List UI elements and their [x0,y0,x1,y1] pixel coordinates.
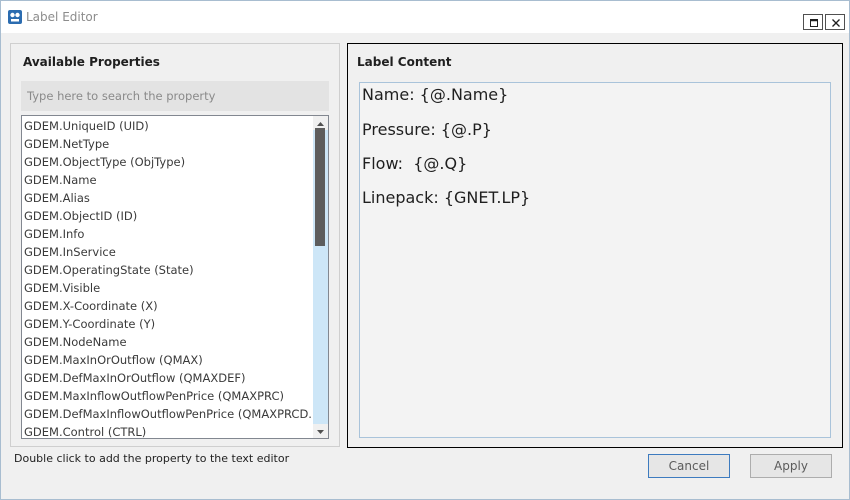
label-content-editor[interactable]: Name: {@.Name} Pressure: {@.P} Flow: {@.… [359,82,831,438]
properties-list[interactable]: GDEM.UniqueID (UID) GDEM.NetType GDEM.Ob… [21,115,329,439]
list-item[interactable]: GDEM.ObjectID (ID) [22,207,314,225]
cancel-button[interactable]: Cancel [648,454,730,478]
list-item[interactable]: GDEM.UniqueID (UID) [22,117,314,135]
properties-list-items: GDEM.UniqueID (UID) GDEM.NetType GDEM.Ob… [22,117,314,438]
editor-line: Name: {@.Name} [362,85,509,104]
label-editor-window: Label Editor Available Properties GDEM.U… [0,0,850,500]
list-item[interactable]: GDEM.Info [22,225,314,243]
available-properties-panel: Available Properties GDEM.UniqueID (UID)… [10,43,340,447]
list-item[interactable]: GDEM.MaxInOrOutflow (QMAX) [22,351,314,369]
chevron-down-icon [317,430,324,434]
editor-line: Pressure: {@.P} [362,120,492,139]
list-item[interactable]: GDEM.DefMaxInflowOutflowPenPrice (QMAXPR… [22,405,314,423]
window-title: Label Editor [26,10,98,24]
scrollbar-thumb[interactable] [315,128,325,246]
property-search-input[interactable] [21,81,329,111]
list-item[interactable]: GDEM.Alias [22,189,314,207]
close-icon [832,19,840,27]
list-item[interactable]: GDEM.DefMaxInOrOutflow (QMAXDEF) [22,369,314,387]
app-logo-icon [8,9,22,24]
list-item[interactable]: GDEM.Name [22,171,314,189]
maximize-button[interactable] [803,14,823,30]
list-item[interactable]: GDEM.InService [22,243,314,261]
list-item[interactable]: GDEM.Control (CTRL) [22,423,314,438]
properties-scrollbar[interactable] [313,116,328,438]
scroll-down-button[interactable] [313,424,328,438]
maximize-icon [810,19,818,27]
editor-line: Linepack: {GNET.LP} [362,188,531,207]
available-properties-title: Available Properties [23,55,160,69]
list-item[interactable]: GDEM.Visible [22,279,314,297]
label-content-panel: Label Content Name: {@.Name} Pressure: {… [347,43,843,448]
close-button[interactable] [825,14,845,30]
title-bar: Label Editor [1,1,849,33]
list-item[interactable]: GDEM.X-Coordinate (X) [22,297,314,315]
list-item[interactable]: GDEM.ObjectType (ObjType) [22,153,314,171]
list-item[interactable]: GDEM.MaxInflowOutflowPenPrice (QMAXPRC) [22,387,314,405]
apply-button[interactable]: Apply [750,454,832,478]
list-item[interactable]: GDEM.NodeName [22,333,314,351]
list-item[interactable]: GDEM.OperatingState (State) [22,261,314,279]
editor-line: Flow: {@.Q} [362,154,468,173]
label-content-title: Label Content [357,55,452,69]
list-item[interactable]: GDEM.Y-Coordinate (Y) [22,315,314,333]
list-item[interactable]: GDEM.NetType [22,135,314,153]
double-click-hint: Double click to add the property to the … [14,452,290,465]
